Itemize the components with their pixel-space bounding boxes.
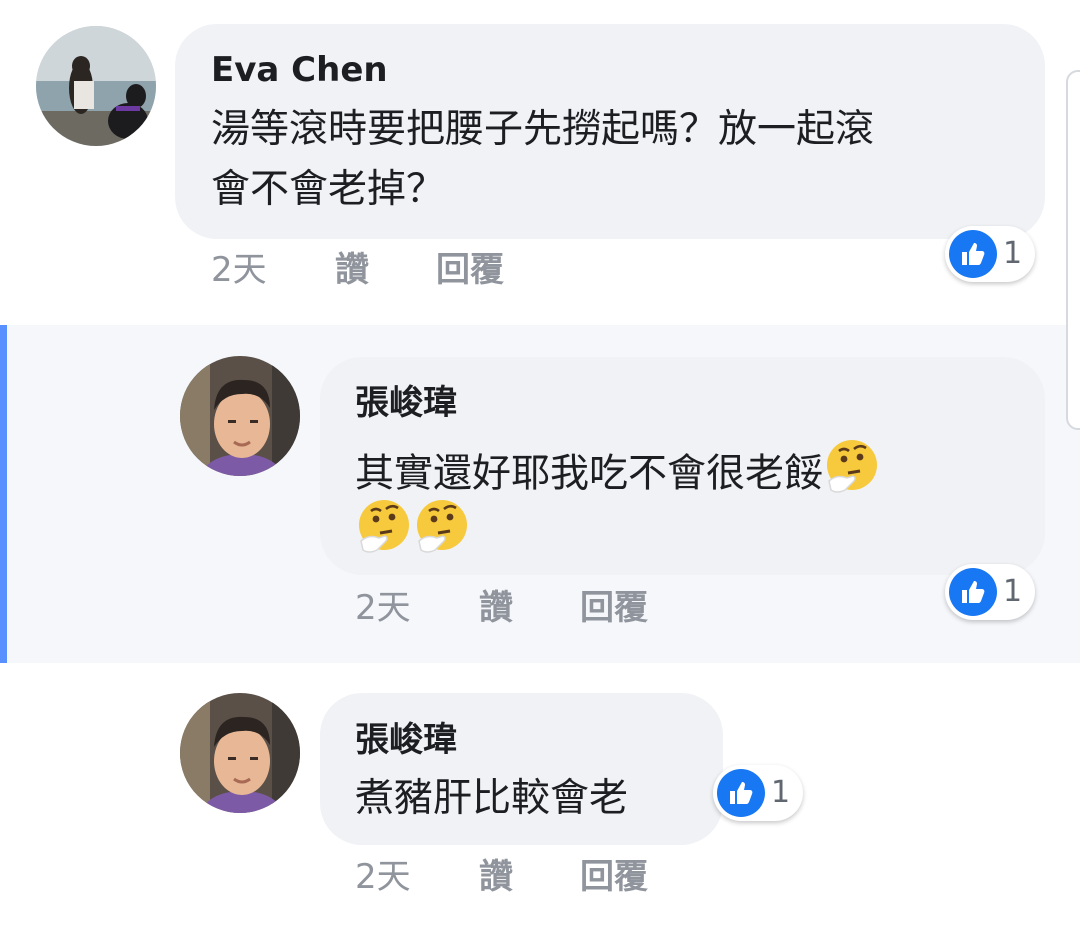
- thinking-face-emoji: [355, 498, 413, 574]
- comment-author[interactable]: 張峻瑋: [355, 720, 457, 760]
- reply-button[interactable]: 回覆: [580, 588, 648, 628]
- comment-text: 其實還好耶我吃不會很老餒: [355, 451, 824, 497]
- highlight-indicator-bar: [0, 325, 7, 663]
- like-thumb-icon: [717, 769, 765, 817]
- like-thumb-icon: [949, 230, 997, 278]
- avatar-eva-chen[interactable]: [36, 26, 156, 146]
- reaction-count-badge[interactable]: 1: [945, 226, 1035, 282]
- comment-timestamp[interactable]: 2天: [211, 250, 267, 290]
- reaction-count-badge[interactable]: 1: [713, 765, 803, 821]
- comment-text-line: 湯等滾時要把腰子先撈起嗎？放一起滾: [211, 107, 875, 152]
- avatar-reply-author[interactable]: [180, 356, 300, 476]
- like-button[interactable]: 讚: [479, 857, 513, 897]
- comment-text-line: 會不會老掉？: [211, 167, 446, 212]
- comment-author[interactable]: 張峻瑋: [355, 383, 457, 423]
- comment-text-line: 煮豬肝比較會老: [355, 776, 629, 821]
- avatar-reply-author[interactable]: [180, 693, 300, 813]
- comment-emoji-line: [355, 498, 471, 574]
- reply-button[interactable]: 回覆: [436, 250, 504, 290]
- comment-timestamp[interactable]: 2天: [355, 588, 411, 628]
- reaction-count: 1: [1003, 574, 1023, 609]
- comment-author[interactable]: Eva Chen: [211, 50, 388, 90]
- thinking-face-emoji: [823, 438, 881, 514]
- reply-button[interactable]: 回覆: [580, 857, 648, 897]
- like-button[interactable]: 讚: [479, 588, 513, 628]
- reaction-count: 1: [1003, 236, 1023, 271]
- reaction-count: 1: [771, 775, 791, 810]
- comment-timestamp[interactable]: 2天: [355, 857, 411, 897]
- like-button[interactable]: 讚: [335, 250, 369, 290]
- reaction-count-badge[interactable]: 1: [945, 564, 1035, 620]
- like-thumb-icon: [949, 568, 997, 616]
- side-panel-edge: [1066, 70, 1080, 430]
- thinking-face-emoji: [413, 498, 471, 574]
